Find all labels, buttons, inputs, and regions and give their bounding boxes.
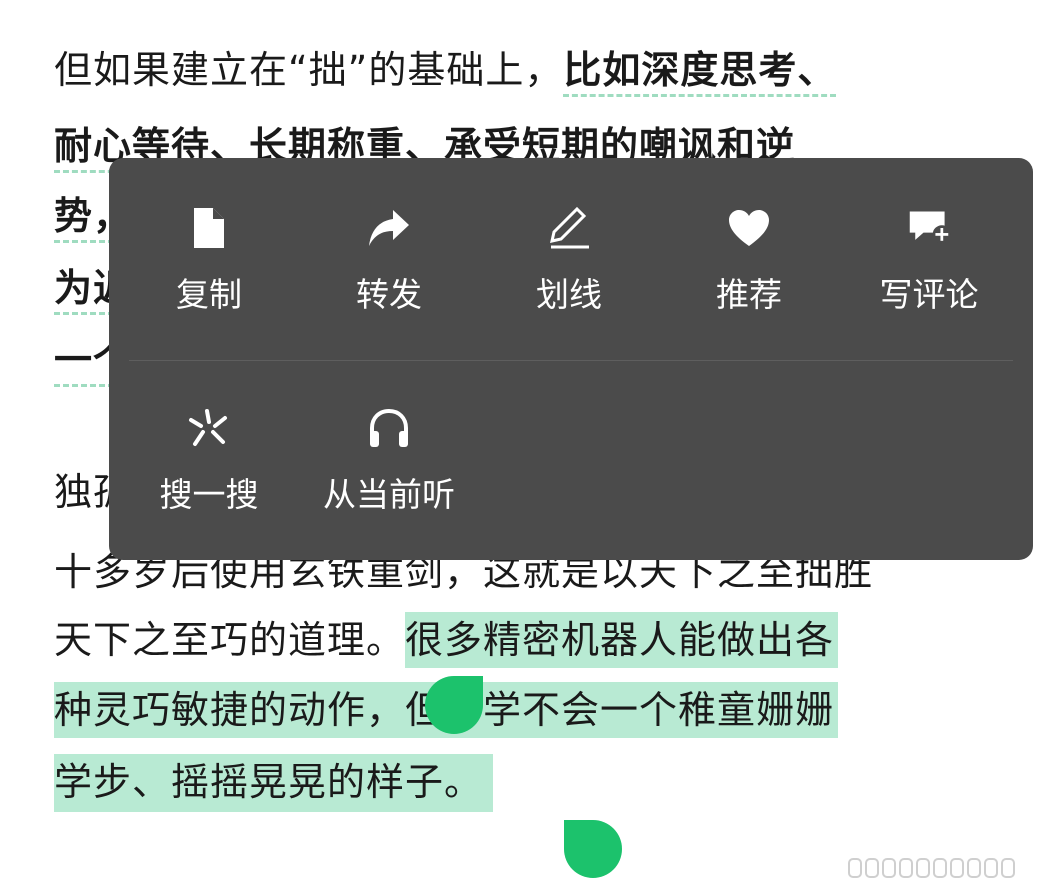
selection-action-menu: 复制 转发 划线 推荐 写评论 搜一搜 从当前听 (109, 158, 1033, 560)
underline-button[interactable]: 划线 (479, 206, 659, 326)
pen-underline-icon (547, 206, 591, 250)
document-icon (187, 206, 231, 250)
search-spark-icon (187, 406, 231, 450)
selection-end-handle[interactable] (564, 820, 622, 878)
article-line: 但如果建立在“拙”的基础上，比如深度思考、 (54, 44, 837, 97)
article-line: 天下之至巧的道理。很多精密机器人能做出各 (54, 610, 839, 674)
headphones-icon (367, 406, 411, 450)
selected-text[interactable]: 很多精密机器人能做出各 (405, 612, 839, 668)
comment-add-icon (907, 206, 951, 250)
listen-from-here-button[interactable]: 从当前听 (299, 406, 479, 526)
search-button[interactable]: 搜一搜 (119, 406, 299, 526)
share-arrow-icon (367, 206, 411, 250)
selection-start-handle[interactable] (425, 676, 483, 734)
write-comment-button[interactable]: 写评论 (839, 206, 1019, 326)
heart-icon (727, 206, 771, 250)
menu-divider (129, 360, 1013, 361)
selected-text[interactable]: 学步、摇摇晃晃的样子。 (54, 754, 494, 812)
article-line: 学步、摇摇晃晃的样子。 (54, 752, 494, 816)
recommend-button[interactable]: 推荐 (659, 206, 839, 326)
page-indicator (848, 858, 1048, 880)
forward-button[interactable]: 转发 (299, 206, 479, 326)
selected-text[interactable]: 种灵巧敏捷的动作， (54, 682, 406, 738)
copy-button[interactable]: 复制 (119, 206, 299, 326)
